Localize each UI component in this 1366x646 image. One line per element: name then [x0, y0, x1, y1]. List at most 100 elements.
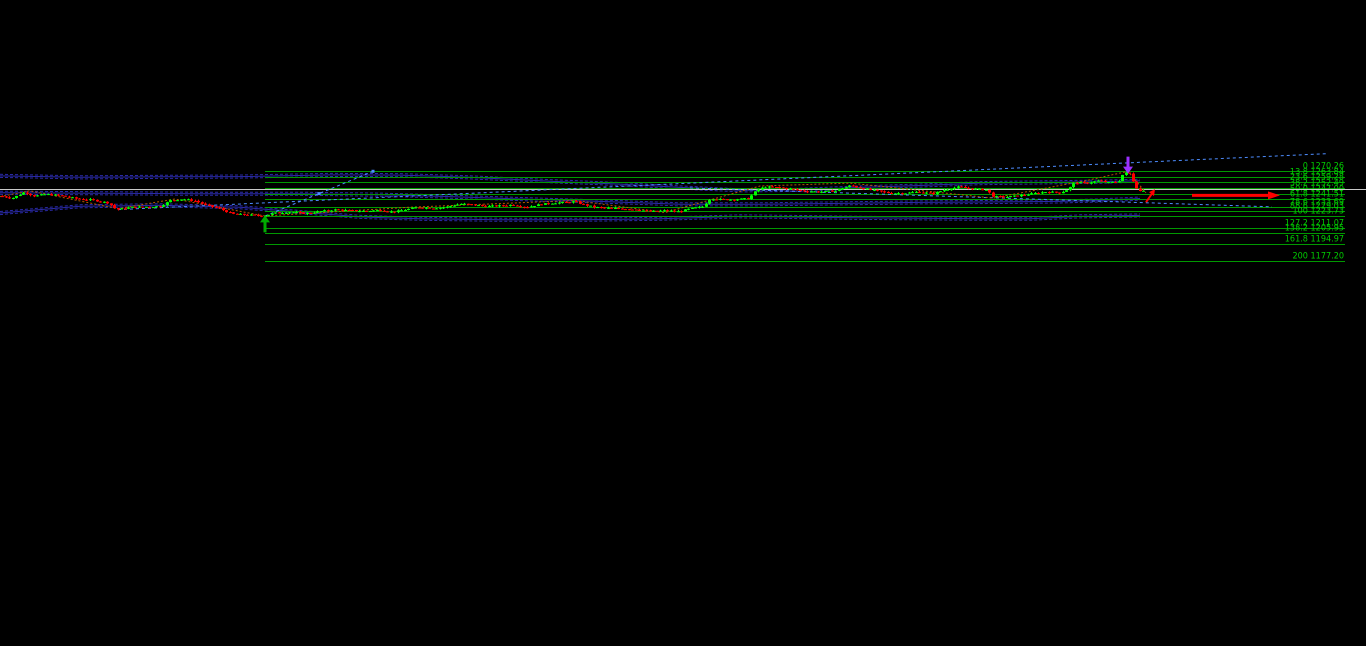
fib-level-label: 138.2 1205.95: [1285, 224, 1344, 234]
candle-body: [183, 199, 186, 201]
candle-body: [208, 204, 211, 206]
candle-body: [57, 194, 60, 196]
candle-body: [1020, 194, 1023, 197]
candle-body: [358, 211, 361, 213]
candle-body: [932, 192, 935, 194]
candle-body: [1139, 188, 1142, 192]
candle-body: [386, 211, 389, 213]
candle-body: [824, 190, 827, 192]
candle-body: [274, 212, 277, 214]
candle-body: [141, 206, 144, 208]
candle-body: [449, 206, 452, 208]
candle-body: [733, 199, 736, 201]
trendline: [117, 153, 1327, 211]
candle-body: [978, 188, 981, 190]
candle-body: [880, 190, 883, 192]
candle-body: [635, 209, 638, 211]
candle-body: [1065, 190, 1068, 192]
candle-body: [316, 211, 319, 213]
candle-body: [288, 212, 291, 214]
candle-body: [1023, 194, 1026, 196]
candle-body: [873, 189, 876, 191]
candle-body: [841, 188, 844, 190]
candle-body: [8, 197, 11, 199]
candle-body: [1097, 180, 1100, 182]
candle-body: [708, 200, 711, 204]
candle-body: [719, 198, 722, 200]
candle-body: [225, 210, 228, 213]
fib-level-label: 161.8 1194.97: [1285, 235, 1344, 245]
candle-body: [446, 206, 449, 208]
candle-body: [169, 200, 172, 203]
candle-body: [484, 205, 487, 207]
candle-body: [222, 208, 225, 211]
candle-body: [575, 201, 578, 203]
candle-body: [481, 205, 484, 207]
candle-body: [876, 189, 879, 191]
candle-body: [103, 201, 106, 203]
candle-body: [775, 187, 778, 189]
candle-body: [1041, 192, 1044, 194]
candle-body: [138, 206, 141, 208]
candle-body: [992, 192, 995, 197]
candle-body: [355, 210, 358, 212]
candle-body: [677, 211, 680, 213]
candle-body: [306, 212, 309, 214]
candle-body: [852, 185, 855, 187]
candle-body: [173, 200, 176, 202]
candle-body: [855, 186, 858, 188]
candle-body: [218, 207, 221, 209]
candle-body: [565, 201, 568, 203]
candle-body: [1100, 180, 1103, 182]
candle-body: [75, 197, 78, 199]
candle-body: [621, 208, 624, 210]
candle-body: [232, 212, 235, 214]
candle-body: [964, 186, 967, 188]
candle-body: [764, 187, 767, 189]
candle-body: [362, 210, 365, 212]
candle-body: [845, 187, 848, 189]
candle-body: [117, 208, 120, 210]
candle-body: [176, 200, 179, 202]
candle-body: [586, 204, 589, 206]
candle-body: [239, 213, 242, 215]
candle-body: [568, 202, 571, 204]
candle-body: [1121, 174, 1124, 182]
candle-body: [946, 189, 949, 191]
candle-body: [936, 191, 939, 194]
candle-body: [1058, 192, 1061, 194]
candle-body: [1107, 182, 1110, 184]
trendline-handle: [371, 169, 375, 173]
candle-body: [421, 207, 424, 209]
candle-body: [323, 210, 326, 212]
candle-body: [1055, 191, 1058, 193]
candle-body: [687, 208, 690, 210]
candle-body: [502, 205, 505, 207]
candle-body: [92, 199, 95, 201]
candle-body: [36, 195, 39, 197]
candle-body: [351, 210, 354, 212]
candle-body: [229, 212, 232, 214]
candle-body: [166, 202, 169, 206]
candle-body: [523, 206, 526, 208]
candle-body: [726, 199, 729, 201]
candle-body: [740, 198, 743, 200]
candle-body: [379, 210, 382, 212]
candle-body: [131, 206, 134, 208]
candle-body: [260, 215, 263, 217]
candle-body: [120, 208, 123, 210]
candle-body: [215, 206, 218, 208]
candle-body: [988, 189, 991, 193]
candle-body: [19, 194, 22, 196]
candle-body: [999, 196, 1002, 198]
candle-body: [194, 200, 197, 202]
candle-body: [341, 209, 344, 211]
candle-body: [281, 213, 284, 215]
candle-body: [22, 192, 25, 195]
candle-body: [54, 194, 57, 196]
candle-body: [761, 187, 764, 190]
candle-body: [442, 207, 445, 209]
candle-body: [418, 207, 421, 209]
fib-level-label: 200 1177.20: [1293, 252, 1345, 262]
candle-body: [505, 205, 508, 207]
